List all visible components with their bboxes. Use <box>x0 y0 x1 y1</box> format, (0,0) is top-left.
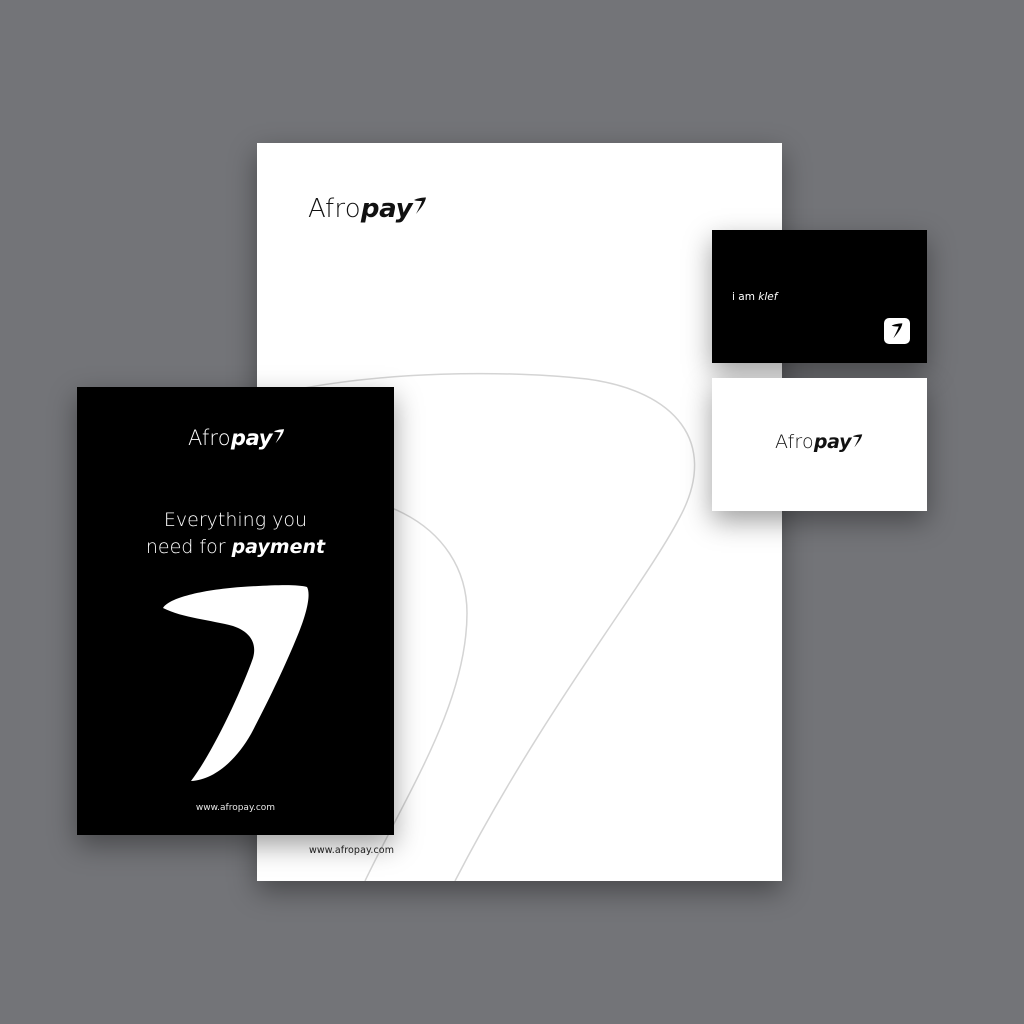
app-icon-badge <box>884 318 910 344</box>
card-text-emphasis: klef <box>758 291 778 303</box>
logo-text-bold: pay <box>360 194 413 224</box>
boomerang-7-icon <box>274 429 285 444</box>
card-logo: Afro pay <box>775 433 863 452</box>
card-text-prefix: i am <box>732 291 759 303</box>
boomerang-7-icon <box>414 197 427 214</box>
boomerang-7-icon <box>852 434 863 448</box>
letterhead-url: www.afropay.com <box>309 845 395 856</box>
tagline-line-2: need for payment <box>77 534 394 561</box>
logo-text-regular: Afro <box>775 431 814 453</box>
logo-text-bold: pay <box>230 426 273 450</box>
poster-logo: Afro pay <box>188 428 285 449</box>
tagline-emphasis: payment <box>231 536 326 558</box>
poster-url: www.afropay.com <box>195 803 276 813</box>
poster-tagline: Everything you need for payment <box>77 507 394 561</box>
business-card-front: i am klef <box>712 230 927 363</box>
logo-text-regular: Afro <box>308 194 361 224</box>
tagline-prefix: need for <box>145 536 232 558</box>
poster: Afro pay Everything you need for payment … <box>77 387 394 835</box>
logo-text-regular: Afro <box>188 426 231 450</box>
boomerang-7-icon <box>163 585 309 781</box>
logo-text-bold: pay <box>813 431 852 453</box>
business-card-back: Afro pay <box>712 378 927 511</box>
letterhead-logo: Afro pay <box>308 196 427 222</box>
tagline-line-1: Everything you <box>163 509 308 531</box>
boomerang-7-icon <box>891 323 903 339</box>
card-tagline: i am klef <box>732 291 777 303</box>
